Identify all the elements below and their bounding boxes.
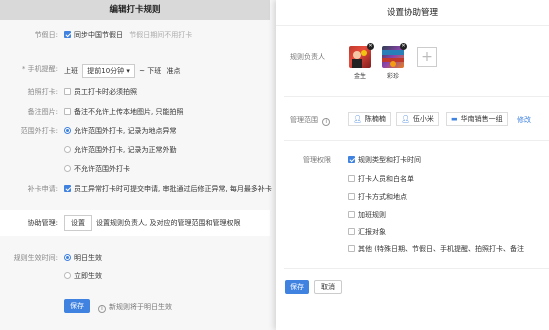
perm-checkbox: [348, 156, 355, 163]
collab-row: 协助管理: 设置 设置规则负责人, 及对应的管理范围和管理权限: [0, 210, 270, 236]
footer-hint-text: 新规则将于明日生效: [109, 303, 172, 311]
out-of-range-option-0[interactable]: 允许范围外打卡, 记录为地点异常: [64, 126, 176, 136]
radio-selected: [64, 127, 71, 134]
effective-option-0[interactable]: 明日生效: [64, 253, 102, 263]
perm-label: 管理权限: [303, 156, 331, 164]
holiday-checkbox[interactable]: [64, 31, 71, 38]
perm-item-0[interactable]: 规则类型和打卡时间: [348, 155, 421, 165]
holiday-hint: 节假日期间不用打卡: [129, 31, 193, 39]
scope-tag-text: 伍小米: [412, 115, 434, 123]
makeup-value: 员工异常打卡时可提交申请, 审批通过后修正异常, 每月最多补卡: [64, 184, 272, 194]
perm-checkbox: [348, 228, 355, 235]
scope-edit-link[interactable]: 修改: [517, 115, 531, 125]
effective-option-text: 立即生效: [74, 272, 102, 280]
out-of-range-option-2[interactable]: 不允许范围外打卡: [64, 164, 130, 174]
perm-checkbox: [348, 175, 355, 182]
out-of-range-option-text: 允许范围外打卡, 记录为地点异常: [74, 127, 177, 135]
scope-tag-0: 👤︎ 陈楠楠: [348, 112, 391, 126]
out-of-range-option-text: 不允许范围外打卡: [74, 165, 130, 173]
edit-rule-panel: 编辑打卡规则 节假日: 同步中国节假日 节假日期间不用打卡 * 手机提醒: 上班…: [0, 0, 272, 330]
scope-label: 管理范围 i: [290, 115, 333, 126]
makeup-label: 补卡申请:: [27, 185, 58, 193]
perm-text: 打卡方式和地点: [358, 193, 407, 201]
radio: [64, 272, 71, 279]
reminder-value: 上班 提前10分钟 ▾ ~ 下班 准点: [64, 64, 180, 78]
perm-text: 其他 (特殊日期、节假日、手机提醒、拍照打卡、备注: [358, 245, 524, 253]
remark-photo-label: 备注图片:: [27, 108, 58, 116]
modal-save-button[interactable]: 保存: [285, 280, 309, 294]
divider: [284, 140, 549, 141]
makeup-text: 员工异常打卡时可提交申请, 审批通过后修正异常, 每月最多补卡: [74, 185, 272, 193]
perm-checkbox: [348, 193, 355, 200]
perm-item-3[interactable]: 加班规则: [348, 210, 386, 220]
perm-text: 规则类型和打卡时间: [358, 156, 421, 164]
remark-photo-checkbox[interactable]: [64, 108, 71, 115]
perm-checkbox: [348, 211, 355, 218]
person-icon: 👤︎: [353, 115, 362, 123]
perm-item-4[interactable]: 汇报对象: [348, 227, 386, 237]
perm-item-2[interactable]: 打卡方式和地点: [348, 192, 407, 202]
collab-text: 设置规则负责人, 及对应的管理范围和管理权限: [96, 219, 241, 227]
reminder-select-value: 提前10分钟: [87, 67, 125, 75]
modal-title: 设置协助管理: [276, 0, 549, 26]
collab-label: 协助管理:: [27, 219, 58, 227]
reminder-label: * 手机提醒:: [21, 65, 58, 73]
radio: [64, 165, 71, 172]
holiday-value: 同步中国节假日 节假日期间不用打卡: [64, 30, 192, 40]
out-of-range-option-1[interactable]: 允许范围外打卡, 记录为正常外勤: [64, 145, 176, 155]
collab-modal: 设置协助管理 规则负责人 ✕ 金生 ✕ 彩珍 + 管理范围 i 👤︎ 陈楠楠 👤︎…: [276, 0, 549, 330]
perm-text: 汇报对象: [358, 228, 386, 236]
reminder-mid: ~ 下班: [139, 67, 162, 75]
folder-icon: ▬: [451, 115, 458, 123]
divider: [284, 268, 549, 269]
photo-punch-value: 员工打卡时必须拍照: [64, 87, 137, 97]
scope-label-text: 管理范围: [290, 116, 318, 124]
owner-1-name: 金生: [353, 73, 366, 80]
divider: [284, 96, 549, 97]
perm-item-1[interactable]: 打卡人员和白名单: [348, 174, 414, 184]
scope-tag-2: ▬ 华南销售一组: [446, 112, 508, 126]
out-of-range-option-text: 允许范围外打卡, 记录为正常外勤: [74, 146, 177, 154]
makeup-checkbox[interactable]: [64, 185, 71, 192]
effective-label: 规则生效时间:: [13, 254, 58, 262]
collab-value: 设置 设置规则负责人, 及对应的管理范围和管理权限: [64, 215, 240, 231]
add-owner-button[interactable]: +: [417, 47, 437, 67]
chevron-down-icon: ▾: [126, 67, 130, 75]
info-icon: i: [322, 118, 331, 126]
scope-tag-text: 华南销售一组: [460, 115, 503, 123]
modal-cancel-button[interactable]: 取消: [314, 280, 342, 294]
perm-item-5[interactable]: 其他 (特殊日期、节假日、手机提醒、拍照打卡、备注: [348, 244, 548, 254]
out-of-range-label: 范围外打卡:: [20, 127, 58, 135]
photo-punch-checkbox[interactable]: [64, 88, 71, 95]
remove-owner-1-icon[interactable]: ✕: [367, 43, 374, 50]
perm-text: 加班规则: [358, 211, 386, 219]
scope-tag-1: 👤︎ 伍小米: [396, 112, 439, 126]
perm-text: 打卡人员和白名单: [358, 175, 414, 183]
collab-settings-button[interactable]: 设置: [64, 215, 92, 231]
holiday-label: 节假日:: [34, 31, 58, 39]
effective-option-text: 明日生效: [74, 254, 102, 262]
owner-2-name: 彩珍: [386, 73, 399, 80]
radio-selected: [64, 254, 71, 261]
footer-hint: i 新规则将于明日生效: [98, 302, 172, 313]
holiday-check-text: 同步中国节假日: [74, 31, 123, 39]
photo-punch-text: 员工打卡时必须拍照: [74, 88, 137, 96]
reminder-prefix: 上班: [64, 67, 78, 75]
owner-label: 规则负责人: [290, 53, 325, 61]
radio: [64, 146, 71, 153]
remark-photo-value: 备注不允许上传本地图片, 只能拍照: [64, 107, 183, 117]
save-button[interactable]: 保存: [64, 299, 90, 313]
panel-title: 编辑打卡规则: [0, 0, 270, 20]
remark-photo-text: 备注不允许上传本地图片, 只能拍照: [74, 108, 184, 116]
info-icon: i: [98, 305, 106, 313]
photo-punch-label: 拍照打卡:: [27, 88, 58, 96]
reminder-suffix: 准点: [166, 67, 181, 75]
scope-tag-text: 陈楠楠: [364, 115, 386, 123]
person-icon: 👤︎: [401, 115, 410, 123]
remove-owner-2-icon[interactable]: ✕: [400, 43, 407, 50]
reminder-select[interactable]: 提前10分钟 ▾: [82, 64, 135, 78]
effective-option-1[interactable]: 立即生效: [64, 271, 102, 281]
perm-checkbox: [348, 245, 355, 252]
